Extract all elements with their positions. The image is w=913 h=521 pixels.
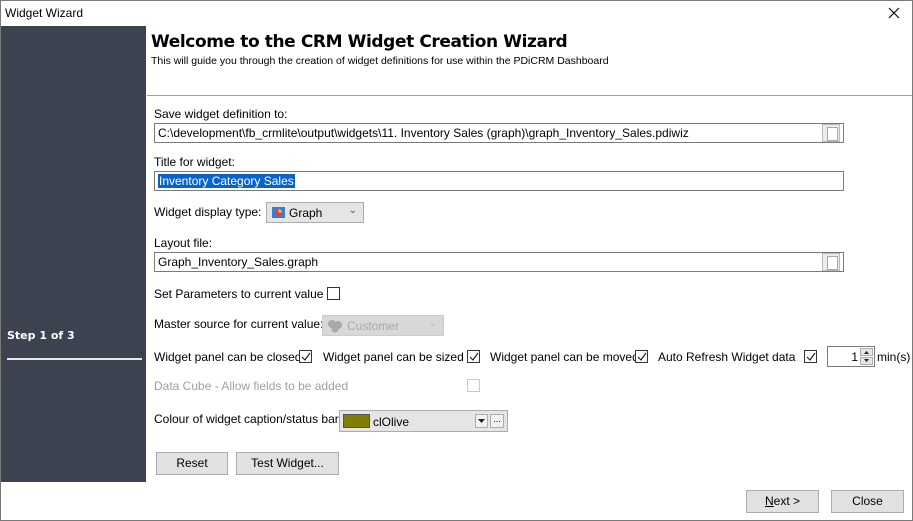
spin-up-button[interactable] bbox=[860, 348, 873, 356]
close-x-icon[interactable] bbox=[884, 3, 904, 23]
title-bar: Widget Wizard bbox=[1, 1, 912, 26]
next-button[interactable]: Next > bbox=[746, 490, 819, 513]
layout-file-label: Layout file: bbox=[154, 236, 213, 250]
layout-file-browse-button[interactable] bbox=[822, 253, 840, 271]
checkmark-icon bbox=[637, 352, 647, 361]
checkmark-icon bbox=[806, 352, 816, 361]
close-button[interactable]: Close bbox=[831, 490, 904, 513]
next-button-label: Next > bbox=[764, 494, 801, 508]
refresh-interval-spinner[interactable]: 1 bbox=[827, 346, 875, 367]
master-source-value: Customer bbox=[347, 319, 400, 333]
checkmark-icon bbox=[469, 352, 479, 361]
step-indicator: Step 1 of 3 bbox=[7, 329, 75, 342]
refresh-interval-value: 1 bbox=[851, 350, 858, 364]
set-parameters-checkbox[interactable] bbox=[327, 287, 340, 300]
display-type-value: Graph bbox=[289, 206, 323, 220]
save-definition-value: C:\development\fb_crmlite\output\widgets… bbox=[158, 126, 689, 140]
document-icon bbox=[827, 127, 838, 141]
chevron-down-icon: ⌄ bbox=[348, 205, 357, 216]
reset-button[interactable]: Reset bbox=[156, 452, 228, 475]
layout-file-value: Graph_Inventory_Sales.graph bbox=[158, 255, 319, 269]
display-type-label: Widget display type: bbox=[154, 205, 262, 219]
can-be-closed-label: Widget panel can be closed bbox=[154, 350, 302, 364]
caption-colour-label: Colour of widget caption/status bar: bbox=[154, 412, 343, 426]
header-divider bbox=[147, 95, 912, 96]
can-be-moved-label: Widget panel can be moved bbox=[490, 350, 639, 364]
colour-more-button[interactable]: ... bbox=[490, 414, 504, 428]
widget-title-value: Inventory Category Sales bbox=[158, 174, 295, 188]
master-source-select[interactable]: Customer ⌄ bbox=[322, 315, 444, 336]
colour-swatch bbox=[343, 414, 370, 428]
page-title: Welcome to the CRM Widget Creation Wizar… bbox=[151, 32, 568, 52]
checkmark-icon bbox=[301, 352, 311, 361]
master-source-label: Master source for current value: bbox=[154, 317, 324, 331]
document-icon bbox=[827, 256, 838, 270]
test-widget-button[interactable]: Test Widget... bbox=[236, 452, 339, 475]
page-subtitle: This will guide you through the creation… bbox=[151, 55, 609, 67]
widget-title-input[interactable]: Inventory Category Sales bbox=[154, 171, 844, 191]
data-cube-checkbox[interactable] bbox=[467, 379, 480, 392]
colour-dropdown-button[interactable] bbox=[475, 414, 488, 428]
spin-down-button[interactable] bbox=[860, 357, 873, 365]
wizard-sidebar: Step 1 of 3 bbox=[1, 26, 146, 482]
chevron-down-icon: ⌄ bbox=[428, 318, 437, 329]
can-be-sized-label: Widget panel can be sized bbox=[323, 350, 464, 364]
set-parameters-label: Set Parameters to current value bbox=[154, 287, 324, 301]
can-be-sized-checkbox[interactable] bbox=[467, 350, 480, 363]
save-definition-label: Save widget definition to: bbox=[154, 107, 288, 121]
auto-refresh-checkbox[interactable] bbox=[804, 350, 817, 363]
caption-colour-select[interactable]: clOlive ... bbox=[339, 410, 508, 432]
graph-icon bbox=[272, 207, 285, 221]
widget-wizard-window: Widget Wizard Step 1 of 3 Welcome to the… bbox=[0, 0, 913, 521]
step-divider bbox=[7, 358, 142, 360]
can-be-closed-checkbox[interactable] bbox=[299, 350, 312, 363]
data-cube-label: Data Cube - Allow fields to be added bbox=[154, 379, 349, 393]
window-title: Widget Wizard bbox=[5, 6, 84, 20]
refresh-unit-label: min(s) bbox=[877, 350, 911, 364]
save-definition-input[interactable]: C:\development\fb_crmlite\output\widgets… bbox=[154, 123, 844, 143]
can-be-moved-checkbox[interactable] bbox=[635, 350, 648, 363]
layout-file-input[interactable]: Graph_Inventory_Sales.graph bbox=[154, 252, 844, 272]
auto-refresh-label: Auto Refresh Widget data bbox=[658, 350, 796, 364]
widget-title-label: Title for widget: bbox=[154, 155, 235, 169]
caption-colour-value: clOlive bbox=[373, 415, 410, 429]
save-definition-browse-button[interactable] bbox=[822, 124, 840, 142]
display-type-select[interactable]: Graph ⌄ bbox=[266, 202, 364, 223]
triangle-down-icon bbox=[478, 419, 485, 423]
customer-icon bbox=[327, 319, 343, 336]
